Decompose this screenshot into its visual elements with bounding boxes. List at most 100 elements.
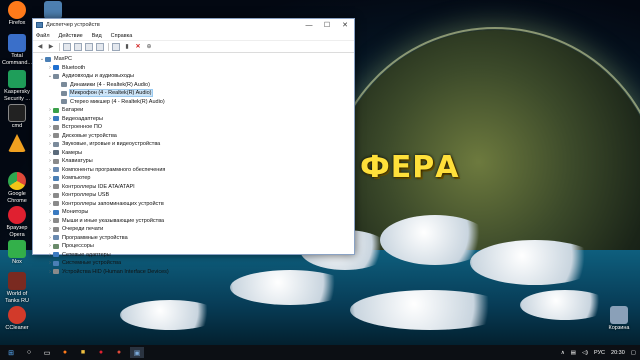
desktop-icon-chrome[interactable]: Google Chrome xyxy=(0,172,34,204)
tree-category-node[interactable]: › Мониторы xyxy=(33,208,354,217)
search-icon[interactable]: ○ xyxy=(22,347,36,358)
device-category-icon xyxy=(53,175,59,181)
scan-hardware-icon[interactable] xyxy=(112,42,120,51)
tree-node-label: Стерео микшер (4 - Realtek(R) Audio) xyxy=(70,98,165,105)
action-pane-icon[interactable] xyxy=(96,42,104,51)
tree-category-node[interactable]: › Программные устройства xyxy=(33,234,354,243)
world-of-tanks-icon xyxy=(8,272,26,290)
tree-node-label: Сетевые адаптеры xyxy=(62,251,111,258)
tree-device-node[interactable]: Динамики (4 - Realtek(R) Audio) xyxy=(33,81,354,90)
menu-help[interactable]: Справка xyxy=(111,33,133,39)
tree-node-label: Видеоадаптеры xyxy=(62,115,103,122)
tree-category-node[interactable]: › Bluetooth xyxy=(33,64,354,73)
device-category-icon xyxy=(53,235,59,241)
window-titlebar[interactable]: Диспетчер устройств — ☐ ✕ xyxy=(33,19,354,31)
minimize-button[interactable]: — xyxy=(300,19,318,31)
notifications-icon[interactable]: ▢ xyxy=(631,350,636,356)
tree-category-node[interactable]: › Системные устройства xyxy=(33,259,354,268)
tree-node-label: Звуковые, игровые и видеоустройства xyxy=(62,141,161,148)
tree-node-label: Компьютер xyxy=(62,175,91,182)
tree-device-node[interactable]: Микрофон (4 - Realtek(R) Audio) xyxy=(33,89,354,98)
taskbar-opera-icon[interactable]: ● xyxy=(94,347,108,358)
network-icon[interactable]: ▤ xyxy=(571,350,576,356)
forward-arrow-icon[interactable]: ▶ xyxy=(47,43,55,51)
desktop-icon-total-commander[interactable]: Total Command... xyxy=(0,34,34,66)
tree-node-label: Батареи xyxy=(62,107,84,114)
help-icon[interactable] xyxy=(85,42,93,51)
device-category-icon xyxy=(53,73,59,79)
desktop-icon-label: cmd xyxy=(11,123,23,129)
disable-device-icon[interactable]: ⊕ xyxy=(145,43,153,51)
taskbar: ⊞ ○ ▭ ● ■ ● ● ▣ ∧ ▤ ◁) РУС 20:30 ▢ xyxy=(0,345,640,360)
tree-category-node[interactable]: › Клавиатуры xyxy=(33,157,354,166)
taskbar-device-manager-icon[interactable]: ▣ xyxy=(130,347,144,358)
desktop-icon-ccleaner[interactable]: CCleaner xyxy=(0,306,34,332)
close-button[interactable]: ✕ xyxy=(336,19,354,31)
desktop-icon-recycle-bin[interactable]: Корзина xyxy=(602,306,636,332)
tree-category-node[interactable]: › Устройства HID (Human Interface Devices… xyxy=(33,268,354,277)
tree-category-node[interactable]: › Контроллеры IDE ATA/ATAPI xyxy=(33,183,354,192)
tree-node-label: Устройства HID (Human Interface Devices) xyxy=(62,268,169,275)
desktop-icon-label: Корзина xyxy=(608,325,630,331)
tree-category-node[interactable]: › Камеры xyxy=(33,149,354,158)
tree-category-node[interactable]: › Процессоры xyxy=(33,242,354,251)
desktop-icon-world-of-tanks[interactable]: World of Tanks RU xyxy=(0,272,34,304)
tree-category-node[interactable]: › Дисковые устройства xyxy=(33,132,354,141)
properties-icon[interactable] xyxy=(74,42,82,51)
tree-category-node[interactable]: › Видеоадаптеры xyxy=(33,115,354,124)
desktop-icon-nox[interactable]: Nox xyxy=(0,240,34,266)
device-category-icon xyxy=(53,167,59,173)
tree-category-node[interactable]: › Мыши и иные указывающие устройства xyxy=(33,217,354,226)
tree-device-node[interactable]: Стерео микшер (4 - Realtek(R) Audio) xyxy=(33,98,354,107)
desktop-icon-label: Nox xyxy=(12,259,22,265)
nox-icon xyxy=(8,240,26,258)
device-category-icon xyxy=(53,124,59,130)
desktop-icon-cmd[interactable]: cmd xyxy=(0,104,34,130)
tree-category-node[interactable]: › Сетевые адаптеры xyxy=(33,251,354,260)
desktop-icon-label: World of Tanks RU xyxy=(5,291,29,304)
desktop-icon-vlc[interactable] xyxy=(0,134,34,153)
tree-node-label: Контроллеры USB xyxy=(62,192,110,199)
language-indicator[interactable]: РУС xyxy=(594,350,605,356)
desktop-icon-kaspersky[interactable]: Kaspersky Security ... xyxy=(0,70,34,102)
tree-category-node[interactable]: › Звуковые, игровые и видеоустройства xyxy=(33,140,354,149)
device-category-icon xyxy=(53,150,59,156)
tree-category-node[interactable]: › Компьютер xyxy=(33,174,354,183)
cloud-graphic xyxy=(350,290,510,330)
tree-category-node[interactable]: › Очереди печати xyxy=(33,225,354,234)
menu-file[interactable]: Файл xyxy=(36,33,50,39)
tree-node-label: Дисковые устройства xyxy=(62,132,117,139)
taskbar-explorer-icon[interactable]: ■ xyxy=(76,347,90,358)
menu-view[interactable]: Вид xyxy=(92,33,102,39)
console-tree-icon[interactable] xyxy=(63,42,71,51)
back-arrow-icon[interactable]: ◀ xyxy=(36,43,44,51)
device-category-icon xyxy=(53,65,59,71)
system-tray: ∧ ▤ ◁) РУС 20:30 ▢ xyxy=(555,345,636,360)
desktop-icon-opera[interactable]: Браузер Opera xyxy=(0,206,34,238)
tree-category-node[interactable]: › Встроенное ПО xyxy=(33,123,354,132)
menu-action[interactable]: Действие xyxy=(59,33,83,39)
wallpaper-logo-text: ФЕРА xyxy=(360,150,460,185)
tray-chevron-icon[interactable]: ∧ xyxy=(561,350,565,356)
taskbar-app-icon[interactable]: ● xyxy=(112,347,126,358)
clock[interactable]: 20:30 xyxy=(611,350,625,356)
tree-node-label: Микрофон (4 - Realtek(R) Audio) xyxy=(69,89,153,98)
volume-icon[interactable]: ◁) xyxy=(582,350,588,356)
tree-category-node[interactable]: › Контроллеры USB xyxy=(33,191,354,200)
recycle-bin-icon xyxy=(610,306,628,324)
tree-category-node[interactable]: ⌄ Аудиовходы и аудиовыходы xyxy=(33,72,354,81)
device-category-icon xyxy=(53,218,59,224)
device-category-icon xyxy=(53,133,59,139)
chrome-icon xyxy=(8,172,26,190)
uninstall-device-icon[interactable]: ✕ xyxy=(134,43,142,51)
taskbar-firefox-icon[interactable]: ● xyxy=(58,347,72,358)
tree-root-node[interactable]: ⌄ MaxPC xyxy=(33,55,354,64)
task-view-icon[interactable]: ▭ xyxy=(40,347,54,358)
maximize-button[interactable]: ☐ xyxy=(318,19,336,31)
tree-category-node[interactable]: › Компоненты программного обеспечения xyxy=(33,166,354,175)
update-driver-icon[interactable]: ▮ xyxy=(123,43,131,51)
tree-category-node[interactable]: › Контроллеры запоминающих устройств xyxy=(33,200,354,209)
start-button-windows-icon[interactable]: ⊞ xyxy=(4,347,18,358)
desktop-icon-firefox[interactable]: Firefox xyxy=(0,1,34,27)
tree-category-node[interactable]: › Батареи xyxy=(33,106,354,115)
